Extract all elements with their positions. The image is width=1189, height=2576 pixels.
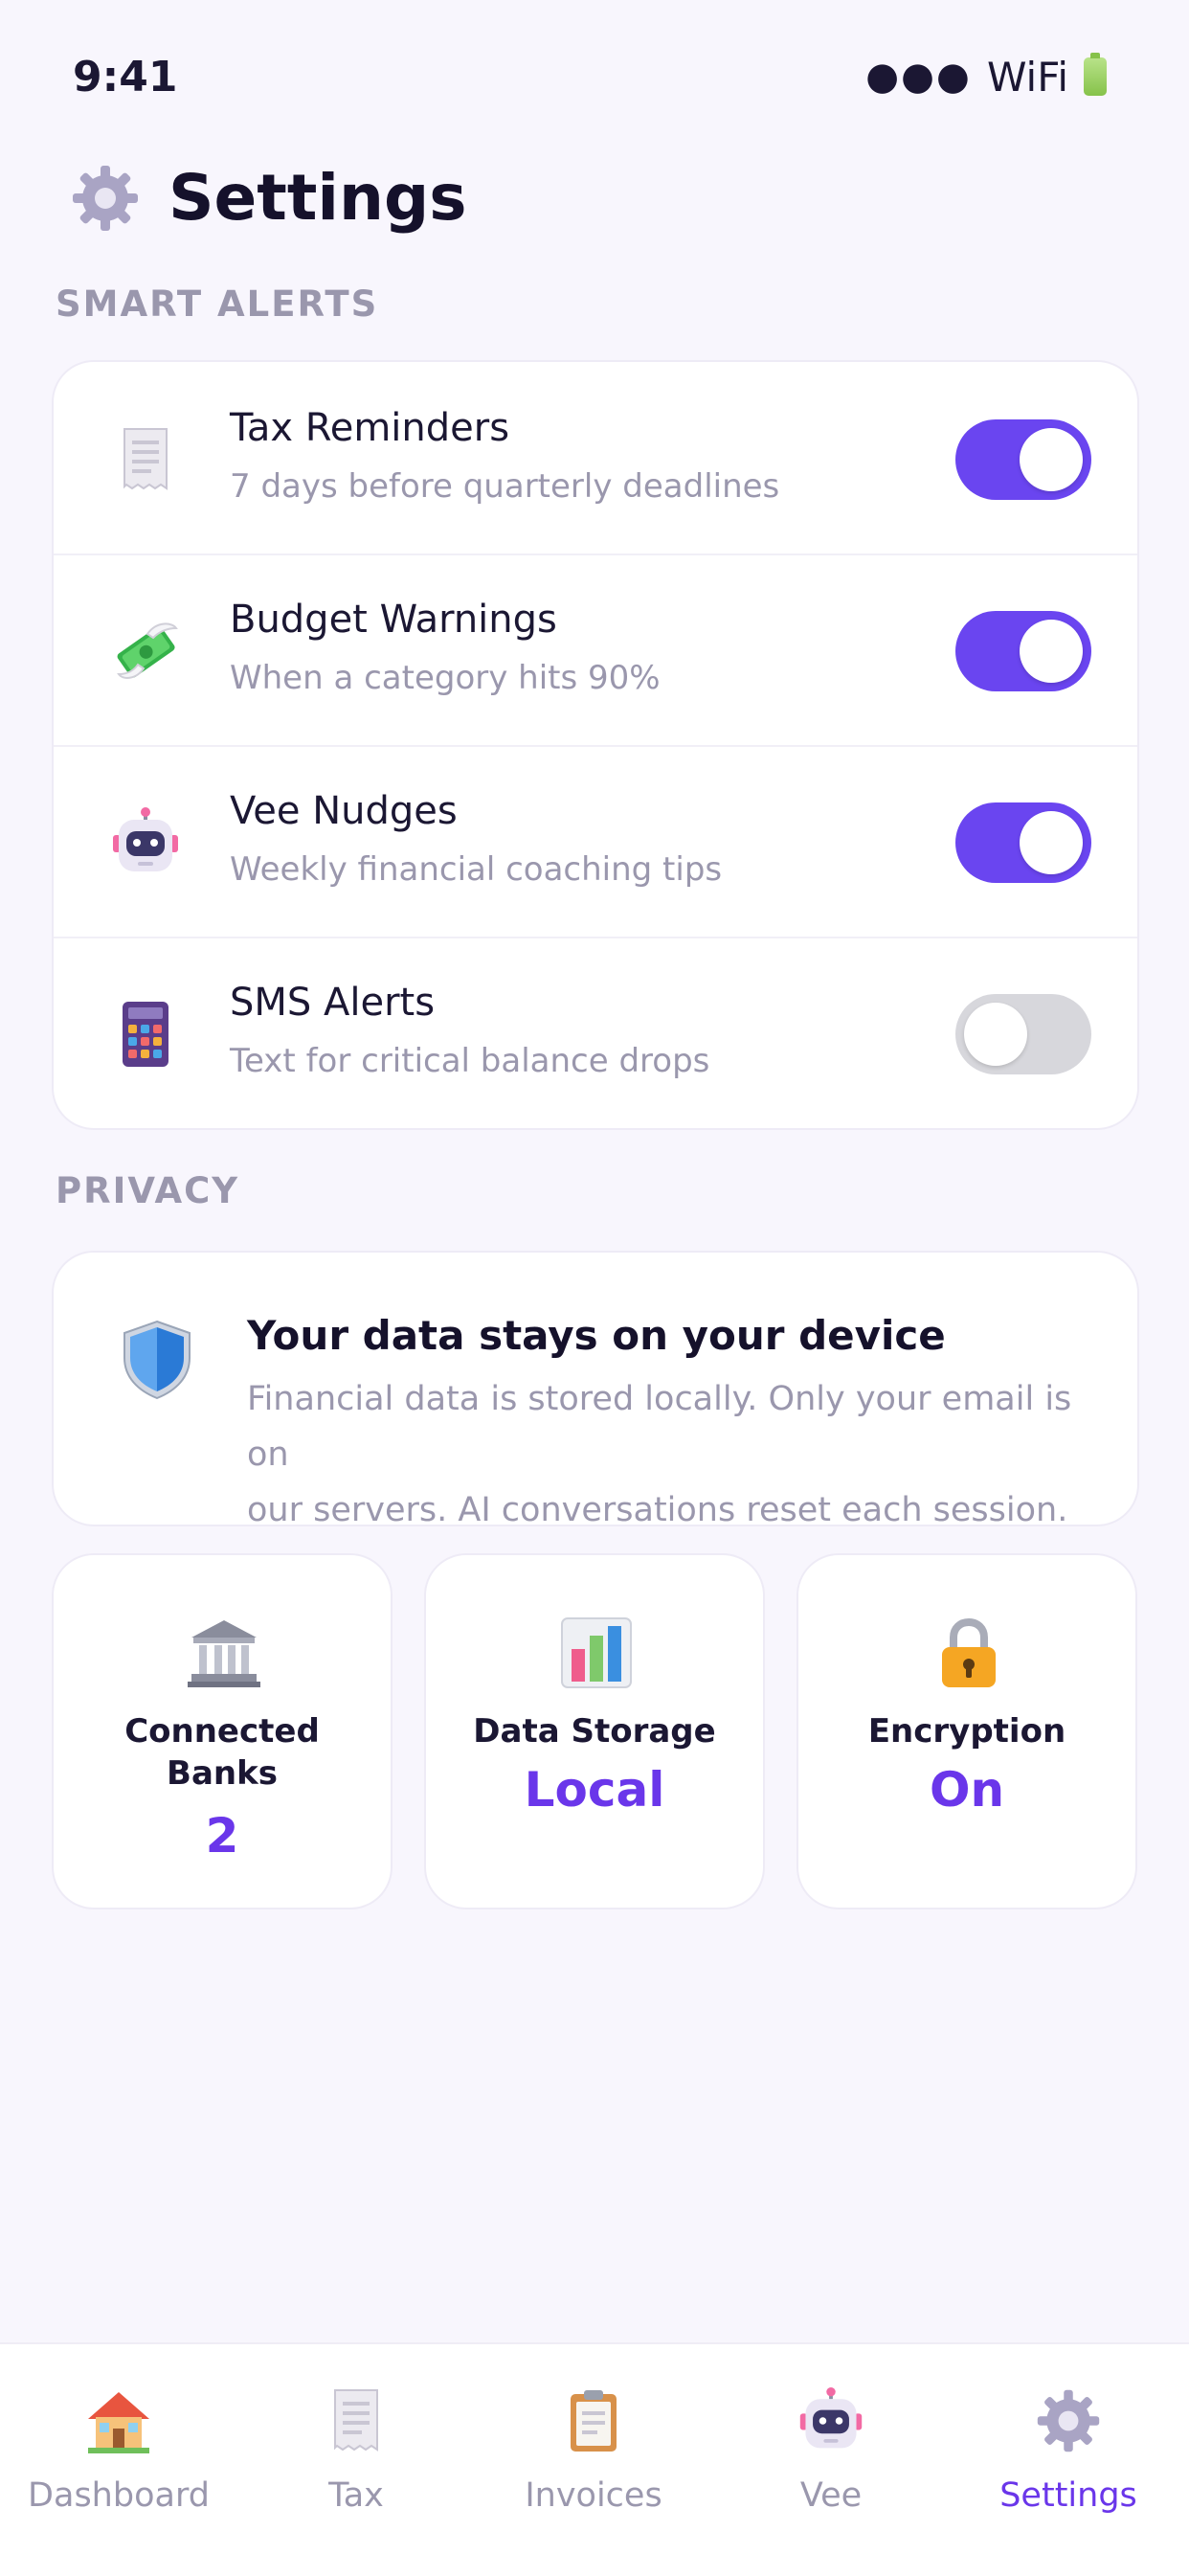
- privacy-description-line: our servers. AI conversations reset each…: [247, 1491, 1068, 1529]
- status-indicators: ●●● WiFi: [865, 53, 1107, 101]
- tab-vee[interactable]: Vee: [712, 2344, 950, 2576]
- tab-invoices[interactable]: Invoices: [475, 2344, 712, 2576]
- receipt-icon: [334, 2389, 378, 2452]
- shield-icon: [123, 1320, 191, 1400]
- alert-subtitle: 7 days before quarterly deadlines: [230, 467, 780, 506]
- bar-chart-icon: [561, 1617, 632, 1688]
- tab-settings[interactable]: Settings: [950, 2344, 1187, 2576]
- wifi-label: WiFi: [986, 53, 1068, 101]
- tab-label: Dashboard: [28, 2476, 210, 2515]
- clipboard-icon: [571, 2390, 617, 2452]
- section-label-smart-alerts: SMART ALERTS: [56, 283, 379, 325]
- tab-tax[interactable]: Tax: [237, 2344, 475, 2576]
- stat-card-connected-banks: Connected Banks 2: [52, 1553, 393, 1909]
- receipt-icon: [123, 428, 168, 490]
- tab-bar: Dashboard Tax Invoices Vee Settings: [0, 2342, 1189, 2576]
- tab-label: Vee: [799, 2476, 863, 2515]
- sms-alerts-toggle[interactable]: [955, 994, 1091, 1074]
- stat-value: On: [929, 1762, 1005, 1818]
- stat-label-line: Banks: [167, 1754, 278, 1793]
- stat-card-encryption: Encryption On: [796, 1553, 1137, 1909]
- tab-label: Invoices: [525, 2476, 662, 2515]
- stat-label: Encryption: [867, 1712, 1066, 1751]
- bank-icon: [188, 1620, 260, 1687]
- stat-label-line: Connected: [124, 1712, 320, 1751]
- status-time: 9:41: [73, 52, 178, 102]
- tab-label: Tax: [328, 2476, 384, 2515]
- house-icon: [88, 2392, 149, 2453]
- alert-row-budget-warnings: Budget Warnings When a category hits 90%: [54, 554, 1137, 747]
- alert-row-sms-alerts: SMS Alerts Text for critical balance dro…: [54, 937, 1137, 1128]
- page-title: Settings: [168, 161, 467, 235]
- alert-title: Budget Warnings: [230, 598, 557, 642]
- signal-icon: ●●●: [865, 55, 972, 99]
- vee-nudges-toggle[interactable]: [955, 802, 1091, 883]
- robot-icon: [113, 807, 178, 871]
- tax-reminders-toggle[interactable]: [955, 419, 1091, 500]
- privacy-card: Your data stays on your device Financial…: [52, 1251, 1139, 1529]
- stat-value: 2: [205, 1808, 239, 1864]
- alert-row-vee-nudges: Vee Nudges Weekly financial coaching tip…: [54, 745, 1137, 938]
- stat-label: Connected Banks: [54, 1710, 391, 1795]
- stat-card-data-storage: Data Storage Local: [424, 1553, 765, 1909]
- privacy-description-line: Financial data is stored locally. Only y…: [247, 1380, 1072, 1474]
- calculator-icon: [123, 1002, 168, 1067]
- privacy-title: Your data stays on your device: [247, 1312, 946, 1359]
- alert-subtitle: Text for critical balance drops: [230, 1042, 710, 1080]
- alert-row-tax-reminders: Tax Reminders 7 days before quarterly de…: [54, 362, 1137, 555]
- stat-value: Local: [524, 1762, 665, 1818]
- alert-title: Vee Nudges: [230, 789, 458, 833]
- alert-subtitle: Weekly financial coaching tips: [230, 850, 723, 889]
- smart-alerts-card: Tax Reminders 7 days before quarterly de…: [52, 360, 1139, 1130]
- tab-dashboard[interactable]: Dashboard: [0, 2344, 237, 2576]
- money-wings-icon: [117, 622, 178, 679]
- alert-subtitle: When a category hits 90%: [230, 659, 661, 697]
- gear-icon: [73, 165, 138, 231]
- alert-title: SMS Alerts: [230, 981, 436, 1025]
- status-bar: 9:41 ●●● WiFi: [0, 0, 1189, 153]
- gear-icon: [1037, 2389, 1100, 2452]
- stat-label: Data Storage: [473, 1712, 716, 1751]
- alert-title: Tax Reminders: [230, 406, 510, 450]
- robot-icon: [799, 2386, 863, 2449]
- section-label-privacy: PRIVACY: [56, 1170, 240, 1211]
- budget-warnings-toggle[interactable]: [955, 611, 1091, 691]
- page-header: Settings: [69, 161, 467, 235]
- tab-label: Settings: [999, 2476, 1137, 2515]
- lock-icon: [942, 1617, 996, 1687]
- battery-icon: [1084, 53, 1107, 96]
- privacy-description: Financial data is stored locally. Only y…: [247, 1371, 1109, 1538]
